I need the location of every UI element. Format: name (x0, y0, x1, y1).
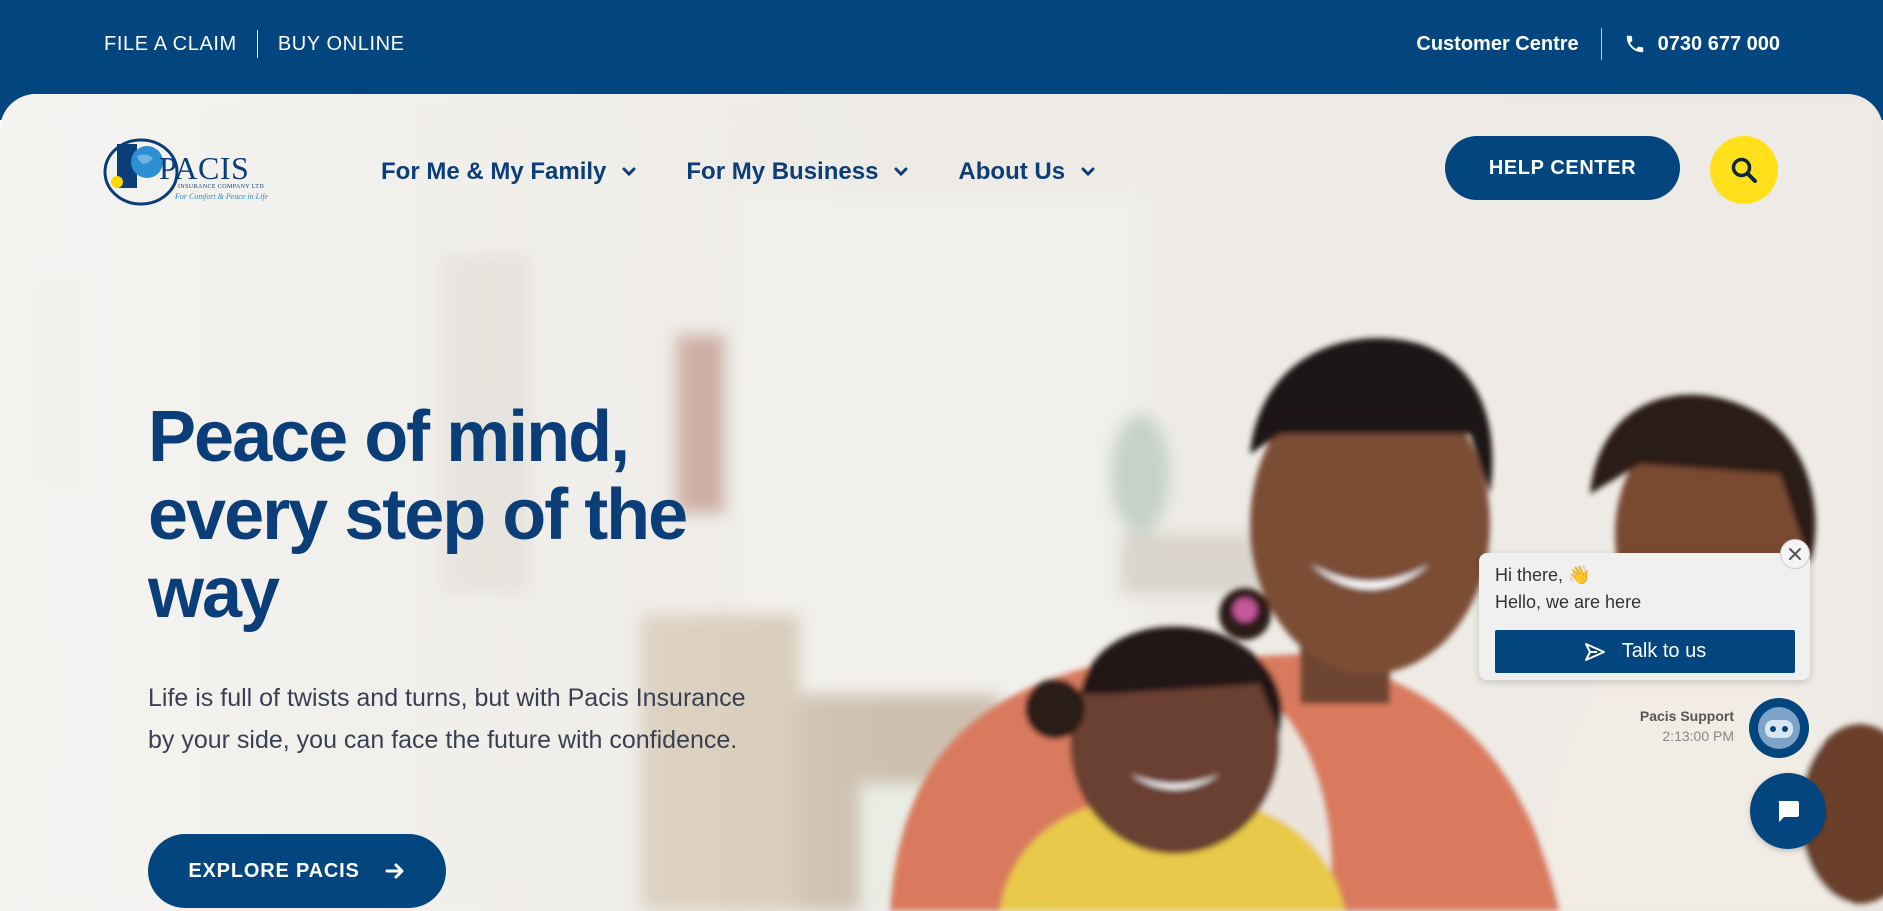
talk-label: Talk to us (1621, 640, 1707, 662)
explore-label: EXPLORE PACIS (188, 859, 360, 882)
support-agent-label: Pacis Support 2:13:00 PM (1600, 708, 1734, 744)
phone-icon (1626, 35, 1643, 53)
headline-line: way (148, 553, 280, 633)
nav-for-me-and-my-family[interactable]: For Me & My Family (381, 158, 636, 186)
chat-close-button[interactable] (1780, 539, 1810, 569)
chevron-down-icon (1081, 167, 1095, 177)
nav-for-my-business[interactable]: For My Business (686, 158, 908, 186)
hero-subtext: Life is full of twists and turns, but wi… (148, 684, 746, 754)
chat-launcher-button[interactable] (1750, 773, 1826, 849)
phone-number: 0730 677 000 (1657, 32, 1780, 55)
divider (256, 30, 258, 58)
headline-line: every step of the (148, 475, 688, 555)
agent-name: Pacis Support (1639, 708, 1734, 724)
nav-label: For My Business (686, 158, 879, 185)
search-icon (1731, 157, 1757, 183)
message-time: 2:13:00 PM (1662, 728, 1734, 744)
customer-centre-link[interactable]: Customer Centre (1416, 33, 1578, 56)
chat-bubble-icon (1778, 801, 1799, 822)
help-center-button[interactable]: HELP CENTER (1445, 136, 1680, 200)
file-a-claim-link[interactable]: FILE A CLAIM (104, 33, 237, 56)
talk-to-us-button[interactable]: Talk to us (1495, 630, 1795, 673)
hero-headline: Peace of mind, every step of the way (148, 398, 788, 632)
chat-greeting: Hi there, 👋 (1495, 565, 1591, 585)
send-icon (1584, 642, 1605, 661)
nav-about-us[interactable]: About Us (958, 158, 1095, 186)
explore-pacis-button[interactable]: EXPLORE PACIS (148, 834, 446, 908)
chat-popup: Hi there, 👋 Hello, we are here Talk to u… (1479, 553, 1810, 680)
chevron-down-icon (894, 167, 908, 177)
logo-subtitle: INSURANCE COMPANY LTD (178, 184, 265, 190)
main-nav: For Me & My Family For My Business About… (381, 158, 1145, 186)
arrow-right-icon (385, 863, 404, 879)
robot-icon (1758, 707, 1800, 749)
chat-hello: Hello, we are here (1495, 592, 1642, 612)
nav-label: About Us (958, 158, 1066, 185)
buy-online-link[interactable]: BUY ONLINE (278, 33, 405, 56)
headline-line: Peace of mind, (148, 397, 630, 477)
top-right-links: Customer Centre 0730 677 000 (1416, 28, 1780, 60)
support-avatar (1749, 698, 1809, 758)
chevron-down-icon (622, 167, 636, 177)
divider (1600, 28, 1602, 60)
logo-tagline: For Comfort & Peace in Life (175, 192, 269, 201)
top-left-links: FILE A CLAIM BUY ONLINE (104, 30, 405, 58)
pacis-logo[interactable]: PACIS INSURANCE COMPANY LTD For Comfort … (103, 134, 273, 208)
nav-label: For Me & My Family (381, 158, 607, 185)
logo-name: PACIS (159, 150, 250, 186)
phone-link[interactable]: 0730 677 000 (1624, 33, 1780, 56)
close-icon (1789, 548, 1801, 560)
search-button[interactable] (1710, 136, 1778, 204)
